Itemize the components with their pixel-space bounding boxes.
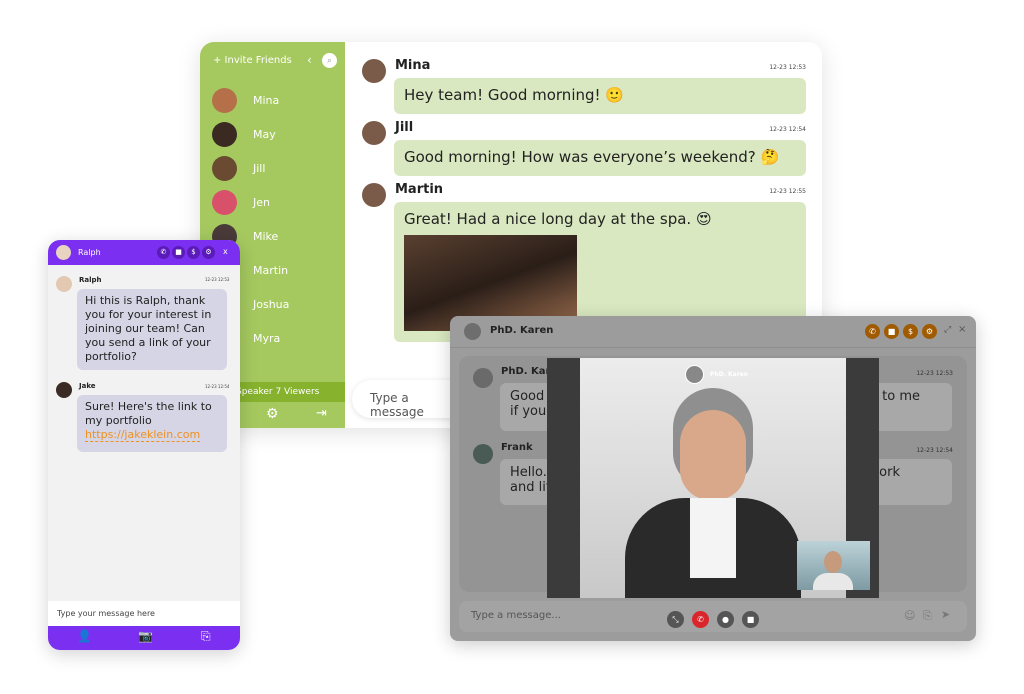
close-icon[interactable]: x — [223, 247, 228, 256]
timestamp: 12-23 12:54 — [916, 447, 953, 454]
mobile-footer: 👤 📷 ⎘ — [48, 626, 240, 650]
video-call-overlay: PhD. Karen ⤡ ✆ ● ■ — [547, 358, 879, 628]
contact-item[interactable]: Jen — [212, 189, 270, 215]
avatar — [212, 189, 237, 215]
video-icon[interactable]: ■ — [172, 246, 185, 259]
contact-item[interactable]: Jill — [212, 155, 265, 181]
sender-name: Mina — [395, 58, 431, 73]
portfolio-link[interactable]: https://jakeklein.com — [85, 428, 201, 442]
timestamp: 12-23 12:54 — [769, 126, 806, 133]
sender-name: Martin — [395, 182, 444, 197]
sender-name: Jill — [395, 120, 414, 135]
contact-name: Martin — [253, 263, 289, 277]
phone-icon[interactable]: ✆ — [157, 246, 170, 259]
avatar — [362, 121, 386, 145]
avatar — [464, 323, 481, 340]
message-text: Hi this is Ralph, thank you for your int… — [77, 289, 227, 370]
message-text: Great! Had a nice long day at the spa. — [404, 210, 692, 228]
timestamp: 12-23 12:53 — [205, 277, 230, 282]
avatar — [212, 87, 237, 113]
self-view-pip[interactable] — [797, 541, 870, 590]
avatar — [56, 276, 72, 292]
search-icon[interactable]: ⌕ — [322, 53, 337, 68]
dollar-icon[interactable]: $ — [187, 246, 200, 259]
message-text: Sure! Here's the link to my portfolio — [85, 400, 212, 427]
gear-icon[interactable]: ⚙ — [202, 246, 215, 259]
avatar — [473, 368, 493, 388]
contact-name: Myra — [253, 331, 281, 345]
dollar-icon[interactable]: $ — [903, 324, 918, 339]
contact-name: Jill — [253, 161, 266, 175]
sender-name: Ralph — [79, 276, 102, 284]
emoji-icon: 🙂 — [605, 86, 624, 104]
contact-item[interactable]: Mina — [212, 87, 279, 113]
avatar — [362, 183, 386, 207]
logout-icon[interactable]: ⇥ — [316, 406, 327, 421]
paperclip-icon[interactable]: ⎘ — [201, 629, 211, 644]
chat-title: Ralph — [78, 248, 101, 257]
person-face — [680, 410, 746, 500]
contact-name: Jen — [253, 195, 270, 209]
invite-friends-button[interactable]: + Invite Friends — [213, 55, 292, 66]
message-text: Hey team! Good morning! — [404, 86, 601, 104]
hang-up-icon[interactable]: ✆ — [692, 611, 709, 628]
emoji-icon: 😍 — [696, 210, 712, 228]
avatar — [56, 245, 71, 260]
emoji-icon[interactable]: ☺ — [904, 609, 915, 622]
minimize-call-icon[interactable]: ⤡ — [667, 611, 684, 628]
timestamp: 12-23 12:55 — [769, 188, 806, 195]
mobile-chat-window: Ralph ✆ ■ $ ⚙ x Ralph 12-23 12:53 Hi thi… — [48, 240, 240, 650]
message-text: Good if you — [510, 389, 547, 419]
phone-icon[interactable]: ✆ — [865, 324, 880, 339]
remote-video-feed: PhD. Karen ⤡ ✆ ● ■ — [580, 358, 870, 628]
settings-gear-icon[interactable]: ⚙ — [266, 406, 279, 422]
caller-avatar — [685, 365, 704, 384]
profile-icon[interactable]: 👤 — [77, 629, 92, 643]
contact-name: Mina — [253, 93, 280, 107]
contact-item[interactable]: May — [212, 121, 276, 147]
send-icon[interactable]: ➤ — [941, 608, 950, 621]
self-body — [813, 573, 853, 590]
message-bubble: Good morning! How was everyone’s weekend… — [394, 140, 806, 176]
camera-icon[interactable]: 📷 — [138, 629, 153, 643]
person-shirt — [690, 498, 736, 578]
close-icon[interactable]: × — [958, 324, 966, 335]
avatar — [56, 382, 72, 398]
mobile-header: Ralph ✆ ■ $ ⚙ x — [48, 240, 240, 265]
message-input[interactable]: Type your message here — [48, 601, 240, 626]
contact-name: Joshua — [253, 297, 290, 311]
divider — [450, 347, 976, 348]
timestamp: 12-23 12:53 — [769, 64, 806, 71]
self-face — [824, 551, 842, 573]
message-bubble: Hey team! Good morning! 🙂 — [394, 78, 806, 114]
chat-title: PhD. Karen — [490, 325, 554, 336]
microphone-icon[interactable]: ● — [717, 611, 734, 628]
sender-name: Jake — [79, 382, 96, 390]
collapse-chevron-icon[interactable]: ‹ — [307, 53, 312, 67]
video-call-window: PhD. Karen ✆ ■ $ ⚙ ⤢ × PhD. Karen 12-23 … — [450, 316, 976, 641]
emoji-icon: 🤔 — [760, 148, 780, 166]
contact-name: Mike — [253, 229, 279, 243]
timestamp: 12-23 12:53 — [916, 370, 953, 377]
message-text: Hello. and lif — [510, 465, 551, 495]
video-icon[interactable]: ■ — [884, 324, 899, 339]
camera-toggle-icon[interactable]: ■ — [742, 611, 759, 628]
attach-icon[interactable]: ⎘ — [923, 609, 932, 623]
avatar — [212, 155, 237, 181]
gear-icon[interactable]: ⚙ — [922, 324, 937, 339]
message-text: Good morning! How was everyone’s weekend… — [404, 148, 756, 166]
avatar — [362, 59, 386, 83]
avatar — [212, 121, 237, 147]
contact-name: May — [253, 127, 276, 141]
message-input[interactable]: Type a message... — [459, 601, 967, 632]
timestamp: 12-23 12:54 — [205, 384, 230, 389]
caller-name: PhD. Karen — [710, 371, 749, 378]
avatar — [473, 444, 493, 464]
expand-icon[interactable]: ⤢ — [944, 325, 951, 335]
sender-name: Frank — [501, 442, 533, 453]
